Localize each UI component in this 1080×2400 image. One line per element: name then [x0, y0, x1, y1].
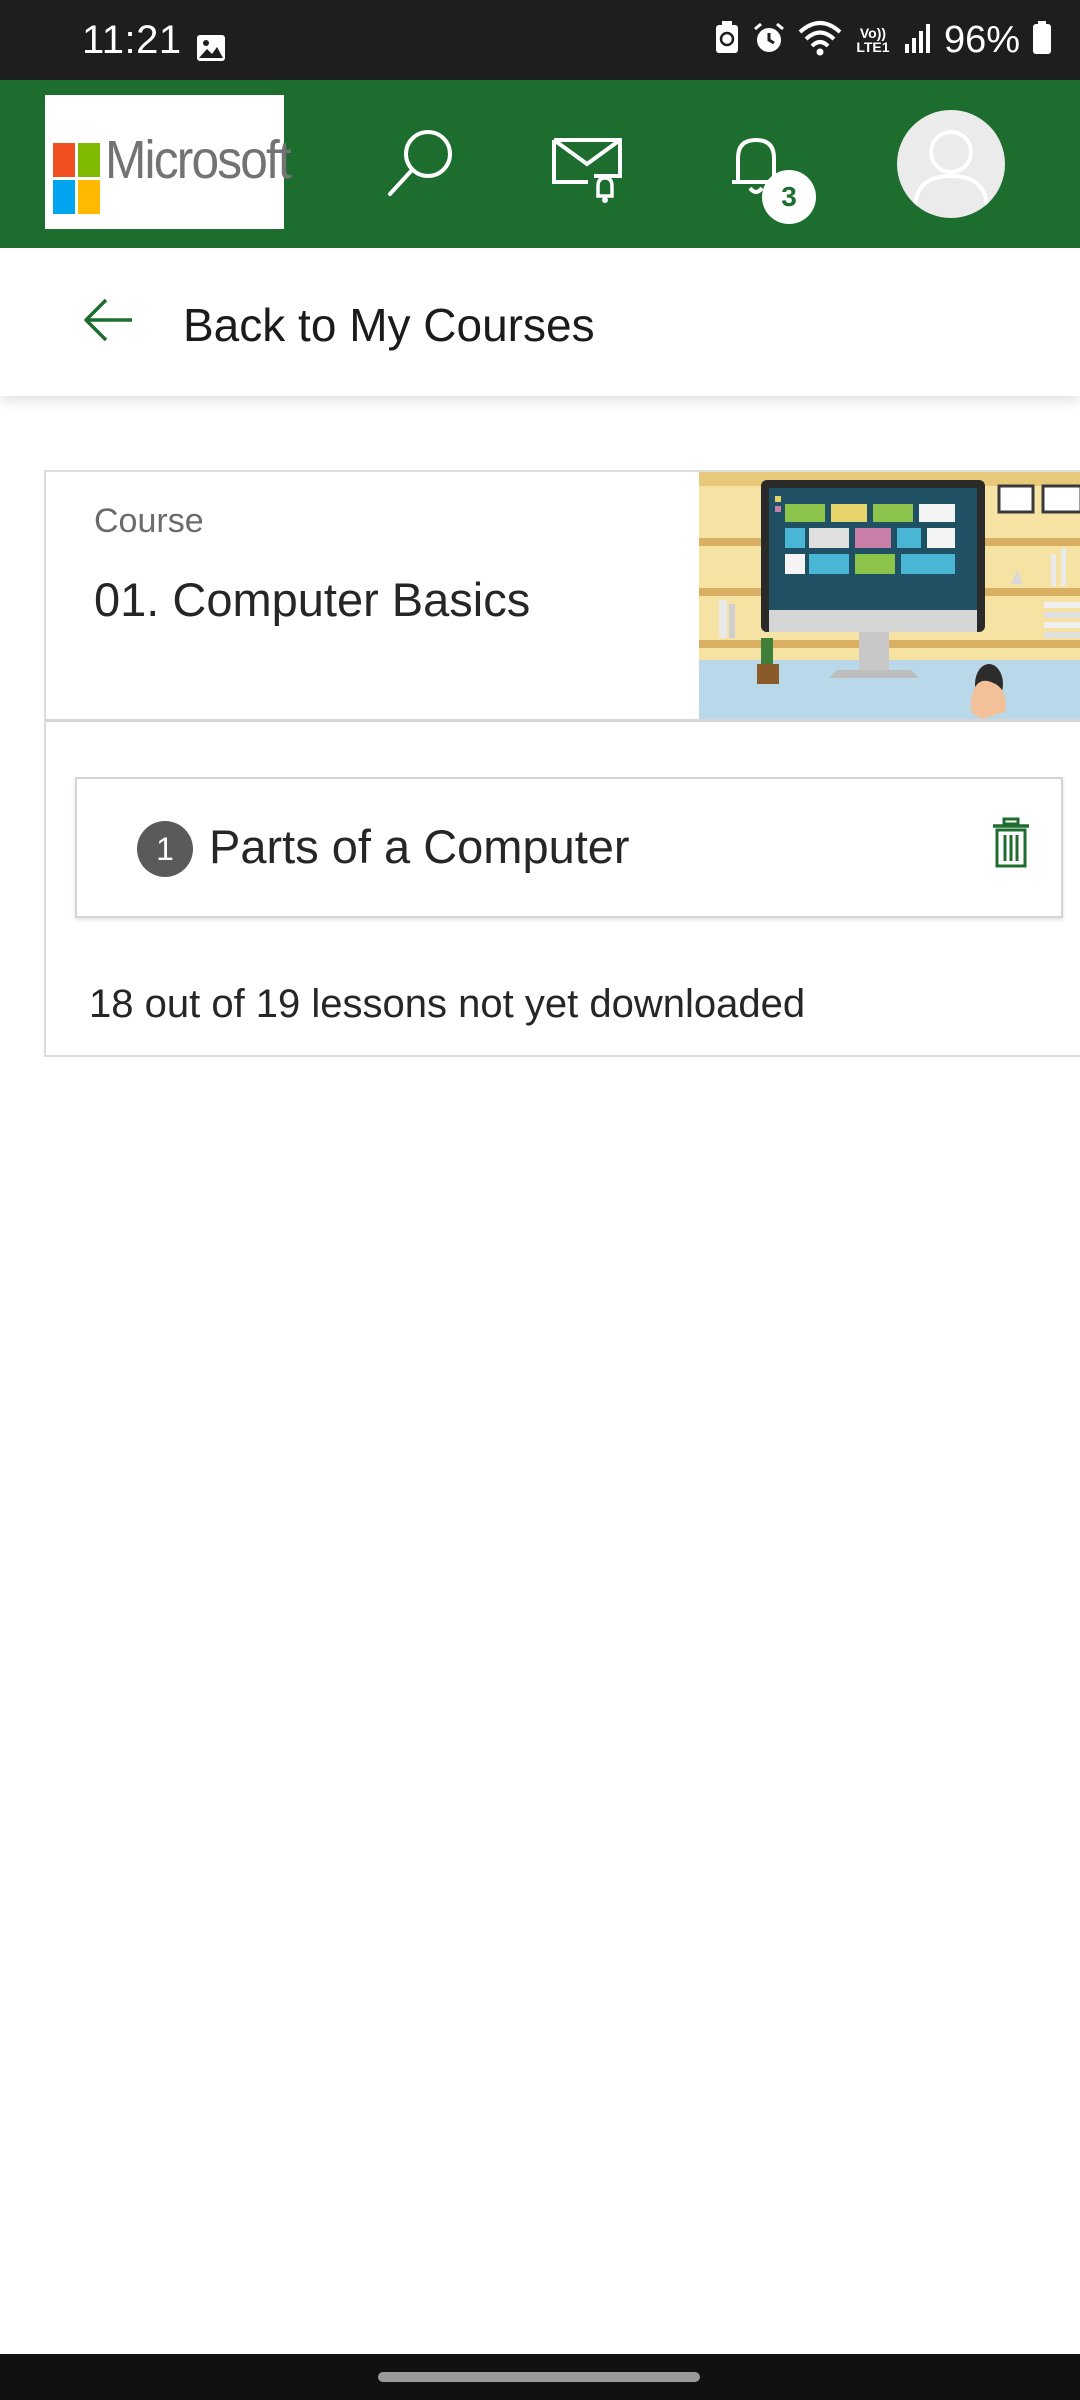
- status-bar: 11:21 Vo)) LTE1 96%: [0, 0, 1080, 80]
- course-card: Course 01. Computer Basics 1 Parts of a …: [44, 470, 1080, 1057]
- mail-notification-icon: [552, 138, 622, 203]
- notification-count-badge: 3: [762, 170, 816, 224]
- course-kicker: Course: [94, 502, 204, 540]
- trash-icon: [993, 817, 1029, 868]
- course-thumbnail: [699, 472, 1080, 719]
- recycle-icon: [714, 20, 740, 60]
- home-indicator[interactable]: [378, 2372, 700, 2382]
- avatar-icon: [913, 130, 989, 207]
- microsoft-logo-icon: [53, 143, 100, 214]
- course-title: 01. Computer Basics: [94, 573, 531, 626]
- delete-download-button[interactable]: [991, 817, 1031, 874]
- arrow-left-icon: [84, 298, 132, 342]
- alarm-icon: [752, 21, 786, 60]
- lesson-item[interactable]: 1 Parts of a Computer: [75, 777, 1063, 918]
- course-header[interactable]: Course 01. Computer Basics: [46, 472, 1080, 722]
- battery-percent: 96%: [943, 18, 1020, 61]
- status-time: 11:21: [82, 18, 182, 62]
- signal-icon: [904, 22, 932, 59]
- messages-button[interactable]: [538, 114, 638, 214]
- search-icon: [388, 130, 452, 196]
- back-to-courses-link[interactable]: Back to My Courses: [183, 298, 595, 352]
- download-status-text: 18 out of 19 lessons not yet downloaded: [89, 982, 806, 1026]
- avatar[interactable]: [897, 110, 1005, 218]
- battery-icon: [1032, 20, 1052, 60]
- back-to-courses-bar[interactable]: Back to My Courses: [0, 248, 1080, 396]
- logo-text: Microsoft: [105, 130, 292, 190]
- microsoft-logo[interactable]: Microsoft: [45, 95, 292, 229]
- network-label: Vo)) LTE1: [856, 25, 890, 55]
- status-icons: Vo)) LTE1 96%: [714, 14, 1052, 66]
- lesson-title: Parts of a Computer: [209, 820, 630, 873]
- gallery-icon: [196, 34, 226, 67]
- app-header: Microsoft 3: [0, 80, 1080, 248]
- system-nav-bar: [0, 2354, 1080, 2400]
- lesson-number-badge: 1: [137, 821, 193, 877]
- search-button[interactable]: [370, 114, 470, 214]
- wifi-icon: [798, 20, 842, 61]
